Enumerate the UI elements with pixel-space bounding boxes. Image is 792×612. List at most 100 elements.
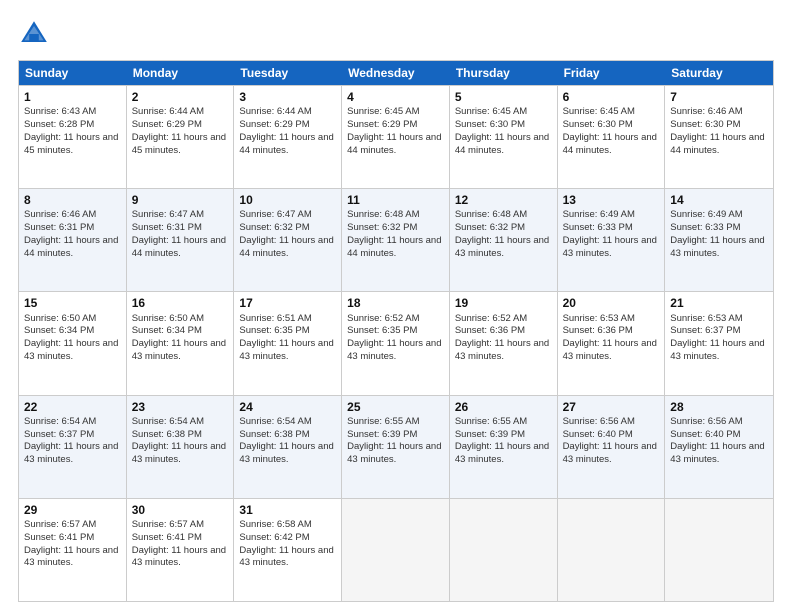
day-number: 10 xyxy=(239,192,336,208)
sunrise-label: Sunrise: 6:43 AM xyxy=(24,106,96,117)
daylight-label: Daylight: 11 hours and 43 minutes. xyxy=(670,338,764,362)
sunset-label: Sunset: 6:34 PM xyxy=(24,325,94,336)
sunrise-label: Sunrise: 6:45 AM xyxy=(347,106,419,117)
calendar-cell: 24Sunrise: 6:54 AMSunset: 6:38 PMDayligh… xyxy=(234,396,342,498)
calendar-cell: 15Sunrise: 6:50 AMSunset: 6:34 PMDayligh… xyxy=(19,292,127,394)
day-number: 31 xyxy=(239,502,336,518)
daylight-label: Daylight: 11 hours and 43 minutes. xyxy=(239,545,333,569)
daylight-label: Daylight: 11 hours and 44 minutes. xyxy=(132,235,226,259)
calendar-cell xyxy=(558,499,666,601)
day-number: 28 xyxy=(670,399,768,415)
calendar-cell: 13Sunrise: 6:49 AMSunset: 6:33 PMDayligh… xyxy=(558,189,666,291)
calendar-cell: 23Sunrise: 6:54 AMSunset: 6:38 PMDayligh… xyxy=(127,396,235,498)
sunset-label: Sunset: 6:29 PM xyxy=(347,119,417,130)
calendar-cell: 10Sunrise: 6:47 AMSunset: 6:32 PMDayligh… xyxy=(234,189,342,291)
day-number: 7 xyxy=(670,89,768,105)
calendar-cell: 29Sunrise: 6:57 AMSunset: 6:41 PMDayligh… xyxy=(19,499,127,601)
day-number: 17 xyxy=(239,295,336,311)
daylight-label: Daylight: 11 hours and 43 minutes. xyxy=(347,441,441,465)
calendar-cell: 30Sunrise: 6:57 AMSunset: 6:41 PMDayligh… xyxy=(127,499,235,601)
daylight-label: Daylight: 11 hours and 43 minutes. xyxy=(563,441,657,465)
page: Sunday Monday Tuesday Wednesday Thursday… xyxy=(0,0,792,612)
day-number: 21 xyxy=(670,295,768,311)
calendar-cell: 5Sunrise: 6:45 AMSunset: 6:30 PMDaylight… xyxy=(450,86,558,188)
calendar-cell: 9Sunrise: 6:47 AMSunset: 6:31 PMDaylight… xyxy=(127,189,235,291)
calendar-row-5: 29 Sunrise: 6:57 AM Sunset: 6:41 PM Dayligh… xyxy=(19,498,773,601)
daylight-label: Daylight: 11 hours and 44 minutes. xyxy=(563,132,657,156)
sunrise-label: Sunrise: 6:47 AM xyxy=(132,209,204,220)
day-number: 6 xyxy=(563,89,660,105)
sunrise-label: Sunrise: 6:47 AM xyxy=(239,209,311,220)
sunrise-label: Sunrise: 6:52 AM xyxy=(455,313,527,324)
sunrise-label: Sunrise: 6:44 AM xyxy=(132,106,204,117)
sunrise-label: Sunrise: 6:56 AM xyxy=(670,416,742,427)
sunrise-label: Sunrise: 6:53 AM xyxy=(563,313,635,324)
sunset-label: Sunset: 6:41 PM xyxy=(132,532,202,543)
sunrise-label: Sunrise: 6:51 AM xyxy=(239,313,311,324)
daylight-label: Daylight: 11 hours and 43 minutes. xyxy=(132,338,226,362)
sunset-label: Sunset: 6:35 PM xyxy=(347,325,417,336)
sunrise-label: Sunrise: 6:55 AM xyxy=(347,416,419,427)
calendar-cell: 16Sunrise: 6:50 AMSunset: 6:34 PMDayligh… xyxy=(127,292,235,394)
day-number: 8 xyxy=(24,192,121,208)
daylight-label: Daylight: 11 hours and 43 minutes. xyxy=(24,441,118,465)
daylight-label: Daylight: 11 hours and 43 minutes. xyxy=(455,338,549,362)
daylight-label: Daylight: 11 hours and 43 minutes. xyxy=(132,545,226,569)
header-friday: Friday xyxy=(558,61,666,85)
header xyxy=(18,18,774,50)
sunset-label: Sunset: 6:28 PM xyxy=(24,119,94,130)
calendar-body: 1Sunrise: 6:43 AMSunset: 6:28 PMDaylight… xyxy=(19,85,773,601)
sunrise-label: Sunrise: 6:44 AM xyxy=(239,106,311,117)
calendar-cell: 27Sunrise: 6:56 AMSunset: 6:40 PMDayligh… xyxy=(558,396,666,498)
calendar-cell xyxy=(342,499,450,601)
sunset-label: Sunset: 6:29 PM xyxy=(239,119,309,130)
day-number: 22 xyxy=(24,399,121,415)
day-number: 23 xyxy=(132,399,229,415)
sunset-label: Sunset: 6:31 PM xyxy=(24,222,94,233)
calendar-cell: 26Sunrise: 6:55 AMSunset: 6:39 PMDayligh… xyxy=(450,396,558,498)
day-number: 25 xyxy=(347,399,444,415)
sunrise-label: Sunrise: 6:53 AM xyxy=(670,313,742,324)
sunset-label: Sunset: 6:29 PM xyxy=(132,119,202,130)
calendar: Sunday Monday Tuesday Wednesday Thursday… xyxy=(18,60,774,602)
sunset-label: Sunset: 6:42 PM xyxy=(239,532,309,543)
daylight-label: Daylight: 11 hours and 43 minutes. xyxy=(239,338,333,362)
day-number: 29 xyxy=(24,502,121,518)
sunset-label: Sunset: 6:30 PM xyxy=(670,119,740,130)
calendar-cell: 2Sunrise: 6:44 AM Sunset: 6:29 PM Daylight… xyxy=(127,86,235,188)
sunrise-label: Sunrise: 6:45 AM xyxy=(563,106,635,117)
calendar-row-3: 15Sunrise: 6:50 AMSunset: 6:34 PMDayligh… xyxy=(19,291,773,394)
calendar-cell: 14Sunrise: 6:49 AMSunset: 6:33 PMDayligh… xyxy=(665,189,773,291)
daylight-label: Daylight: 11 hours and 44 minutes. xyxy=(347,235,441,259)
calendar-row-1: 1Sunrise: 6:43 AMSunset: 6:28 PMDaylight… xyxy=(19,85,773,188)
sunset-label: Sunset: 6:31 PM xyxy=(132,222,202,233)
sunrise-label: Sunrise: 6:57 AM xyxy=(132,519,204,530)
sunrise-label: Sunrise: 6:58 AM xyxy=(239,519,311,530)
calendar-cell: 4Sunrise: 6:45 AMSunset: 6:29 PMDaylight… xyxy=(342,86,450,188)
calendar-row-2: 8Sunrise: 6:46 AMSunset: 6:31 PMDaylight… xyxy=(19,188,773,291)
sunrise-label: Sunrise: 6:50 AM xyxy=(132,313,204,324)
daylight-label: Daylight: 11 hours and 44 minutes. xyxy=(455,132,549,156)
sunset-label: Sunset: 6:33 PM xyxy=(670,222,740,233)
sunrise-label: Sunrise: 6:50 AM xyxy=(24,313,96,324)
sunset-label: Sunset: 6:32 PM xyxy=(455,222,525,233)
sunset-label: Sunset: 6:30 PM xyxy=(563,119,633,130)
day-number: 26 xyxy=(455,399,552,415)
daylight-label: Daylight: 11 hours and 44 minutes. xyxy=(239,132,333,156)
day-number: 13 xyxy=(563,192,660,208)
calendar-cell: 22Sunrise: 6:54 AMSunset: 6:37 PMDayligh… xyxy=(19,396,127,498)
day-number: 2 xyxy=(132,89,229,105)
header-saturday: Saturday xyxy=(665,61,773,85)
sunset-label: Sunset: 6:37 PM xyxy=(670,325,740,336)
sunset-label: Sunset: 6:39 PM xyxy=(455,429,525,440)
sunrise-label: Sunrise: 6:54 AM xyxy=(24,416,96,427)
logo-icon xyxy=(18,18,50,50)
daylight-label: Daylight: 11 hours and 45 minutes. xyxy=(24,132,118,156)
daylight-label: Daylight: 11 hours and 43 minutes. xyxy=(563,338,657,362)
daylight-label: Daylight: 11 hours and 43 minutes. xyxy=(455,235,549,259)
header-monday: Monday xyxy=(127,61,235,85)
sunset-label: Sunset: 6:38 PM xyxy=(132,429,202,440)
sunrise-label: Sunrise: 6:55 AM xyxy=(455,416,527,427)
daylight-label: Daylight: 11 hours and 45 minutes. xyxy=(132,132,226,156)
daylight-label: Daylight: 11 hours and 43 minutes. xyxy=(24,338,118,362)
